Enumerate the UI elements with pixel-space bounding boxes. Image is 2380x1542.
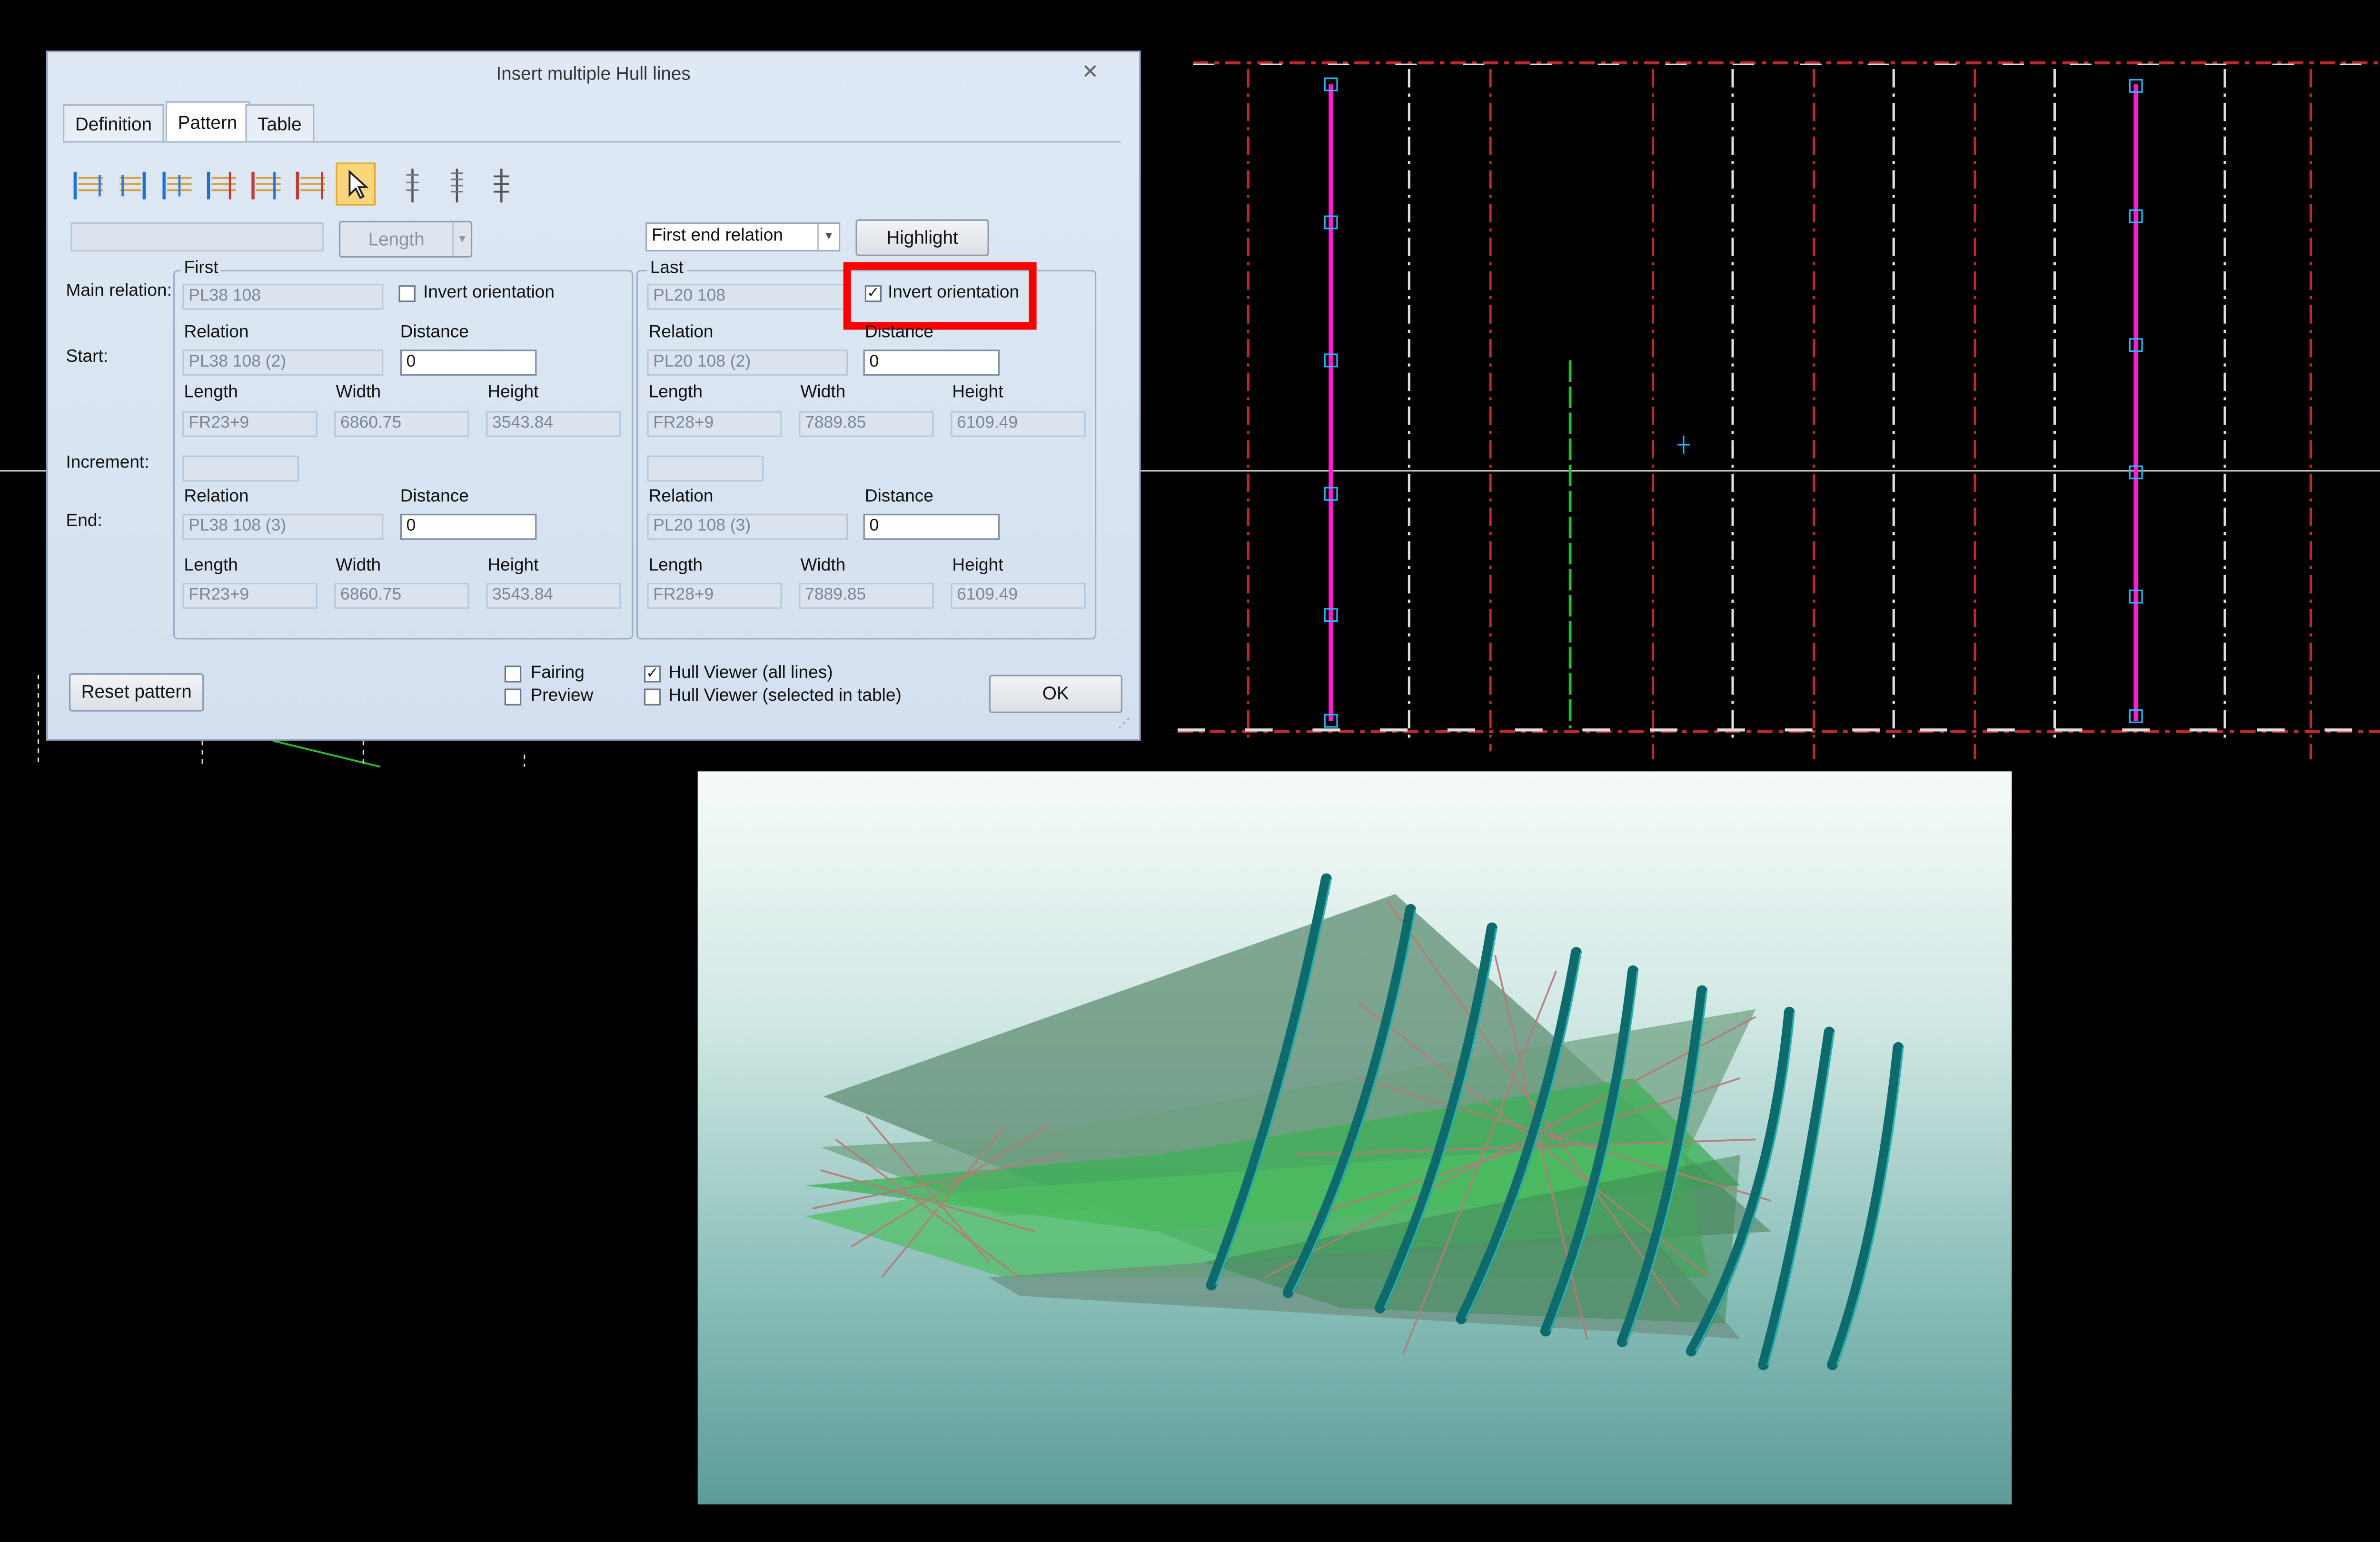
last-start-length-label: Length bbox=[648, 383, 703, 402]
first-end-relation-field[interactable]: PL38 108 (3) bbox=[182, 514, 384, 540]
last-end-distance-label: Distance bbox=[864, 487, 933, 507]
first-end-width-field[interactable]: 6860.75 bbox=[334, 583, 469, 609]
first-end-width-label: Width bbox=[336, 557, 381, 575]
frame-lines bbox=[1247, 69, 2312, 759]
ok-button[interactable]: OK bbox=[989, 675, 1122, 713]
chevron-down-icon: ▼ bbox=[817, 224, 839, 250]
end-relation-select[interactable]: First end relation ▼ bbox=[645, 222, 841, 252]
last-end-height-label: Height bbox=[952, 557, 1003, 575]
increment-label: Increment: bbox=[66, 454, 149, 473]
reset-pattern-button[interactable]: Reset pattern bbox=[69, 673, 204, 712]
last-end-width-field[interactable]: 7889.85 bbox=[799, 583, 934, 609]
last-start-width-label: Width bbox=[800, 383, 846, 402]
application-canvas: Insert multiple Hull lines ✕ Definition … bbox=[0, 0, 2380, 1541]
highlight-button[interactable]: Highlight bbox=[855, 219, 989, 256]
last-start-distance-input[interactable]: 0 bbox=[863, 349, 1000, 376]
last-start-distance-label: Distance bbox=[864, 323, 933, 342]
cursor-crosshair-icon bbox=[1677, 435, 1690, 454]
first-increment-field[interactable] bbox=[182, 455, 299, 482]
last-start-relation-field[interactable]: PL20 108 (2) bbox=[647, 349, 848, 376]
last-end-relation-field[interactable]: PL20 108 (3) bbox=[647, 514, 848, 540]
first-start-height-label: Height bbox=[487, 383, 539, 402]
chevron-down-icon: ▼ bbox=[452, 222, 471, 256]
pattern-tool-3-icon[interactable] bbox=[158, 162, 198, 205]
first-start-height-field[interactable]: 3543.84 bbox=[486, 411, 621, 438]
length-button-label: Length bbox=[368, 228, 425, 250]
last-end-width-label: Width bbox=[800, 557, 846, 575]
first-end-relation-label: Relation bbox=[184, 487, 249, 507]
hull-viewer-all-checkbox[interactable]: ✓ bbox=[644, 666, 661, 683]
end-label: End: bbox=[66, 512, 102, 531]
pattern-tool-1-icon[interactable] bbox=[69, 162, 109, 205]
preview-label: Preview bbox=[530, 687, 594, 706]
preview-checkbox[interactable] bbox=[504, 688, 522, 706]
tab-pattern[interactable]: Pattern bbox=[165, 101, 250, 141]
hull-viewer-scene bbox=[805, 873, 1904, 1371]
first-start-relation-label: Relation bbox=[184, 323, 249, 342]
first-end-height-field[interactable]: 3543.84 bbox=[486, 583, 621, 609]
first-end-height-label: Height bbox=[487, 557, 539, 575]
invert-orientation-highlight-box bbox=[843, 262, 1037, 330]
last-end-distance-input[interactable]: 0 bbox=[863, 514, 1000, 540]
resize-grip-icon[interactable]: ⋰ bbox=[1118, 717, 1133, 733]
last-start-length-field[interactable]: FR28+9 bbox=[647, 411, 782, 438]
last-group-label: Last bbox=[647, 259, 687, 278]
tab-divider bbox=[63, 141, 1121, 147]
hull-viewer-selected-label: Hull Viewer (selected in table) bbox=[668, 687, 902, 706]
tab-table[interactable]: Table bbox=[245, 104, 314, 141]
last-start-height-field[interactable]: 6109.49 bbox=[951, 411, 1086, 438]
distribute-3-icon[interactable] bbox=[481, 162, 521, 205]
last-main-relation-field[interactable]: PL20 108 bbox=[647, 283, 848, 310]
first-start-width-label: Width bbox=[336, 383, 381, 402]
start-label: Start: bbox=[66, 348, 109, 367]
close-icon[interactable]: ✕ bbox=[1081, 61, 1100, 81]
last-start-relation-label: Relation bbox=[648, 323, 714, 342]
dialog-title: Insert multiple Hull lines bbox=[496, 63, 691, 85]
first-group-label: First bbox=[181, 259, 222, 278]
first-start-length-label: Length bbox=[184, 383, 238, 402]
last-increment-field[interactable] bbox=[647, 455, 764, 482]
length-button[interactable]: Length ▼ bbox=[338, 220, 473, 258]
select-arrow-icon[interactable] bbox=[336, 162, 376, 206]
last-end-relation-label: Relation bbox=[648, 487, 714, 507]
pattern-name-field[interactable] bbox=[70, 222, 324, 252]
first-end-distance-label: Distance bbox=[400, 487, 469, 507]
first-end-distance-input[interactable]: 0 bbox=[400, 514, 537, 540]
main-relation-label: Main relation: bbox=[66, 282, 172, 301]
first-start-relation-field[interactable]: PL38 108 (2) bbox=[182, 349, 384, 376]
hull-viewer-all-label: Hull Viewer (all lines) bbox=[668, 664, 833, 683]
pattern-tool-5-icon[interactable] bbox=[247, 162, 287, 205]
first-start-distance-label: Distance bbox=[400, 323, 469, 342]
pattern-tool-2-icon[interactable] bbox=[113, 162, 153, 205]
insert-multiple-hull-lines-dialog: Insert multiple Hull lines ✕ Definition … bbox=[46, 50, 1141, 741]
rib bbox=[1827, 1042, 1904, 1371]
last-start-height-label: Height bbox=[952, 383, 1003, 402]
fairing-label: Fairing bbox=[530, 664, 585, 683]
first-start-distance-input[interactable]: 0 bbox=[400, 349, 537, 376]
checkmark-icon: ✓ bbox=[646, 666, 659, 683]
pattern-tool-4-icon[interactable] bbox=[202, 162, 242, 205]
first-start-length-field[interactable]: FR23+9 bbox=[182, 411, 317, 438]
end-relation-value: First end relation bbox=[652, 227, 783, 246]
first-main-relation-field[interactable]: PL38 108 bbox=[182, 283, 384, 310]
last-end-height-field[interactable]: 6109.49 bbox=[951, 583, 1086, 609]
distribute-2-icon[interactable] bbox=[437, 162, 477, 205]
last-end-length-field[interactable]: FR28+9 bbox=[647, 583, 782, 609]
first-invert-orientation-checkbox[interactable] bbox=[398, 285, 416, 302]
rib bbox=[1758, 1026, 1835, 1371]
first-end-length-label: Length bbox=[184, 557, 238, 575]
first-end-length-field[interactable]: FR23+9 bbox=[182, 583, 317, 609]
first-invert-orientation-label: Invert orientation bbox=[423, 283, 555, 302]
first-start-width-field[interactable]: 6860.75 bbox=[334, 411, 469, 438]
distribute-1-icon[interactable] bbox=[393, 162, 433, 205]
hull-viewer-selected-checkbox[interactable] bbox=[644, 688, 661, 706]
tab-definition[interactable]: Definition bbox=[63, 104, 164, 141]
last-end-length-label: Length bbox=[648, 557, 703, 575]
fairing-checkbox[interactable] bbox=[504, 666, 522, 683]
hull-viewer-3d[interactable] bbox=[697, 771, 2012, 1505]
last-start-width-field[interactable]: 7889.85 bbox=[799, 411, 934, 438]
pattern-tool-6-icon[interactable] bbox=[291, 162, 331, 205]
hull-plates bbox=[805, 894, 1771, 1339]
